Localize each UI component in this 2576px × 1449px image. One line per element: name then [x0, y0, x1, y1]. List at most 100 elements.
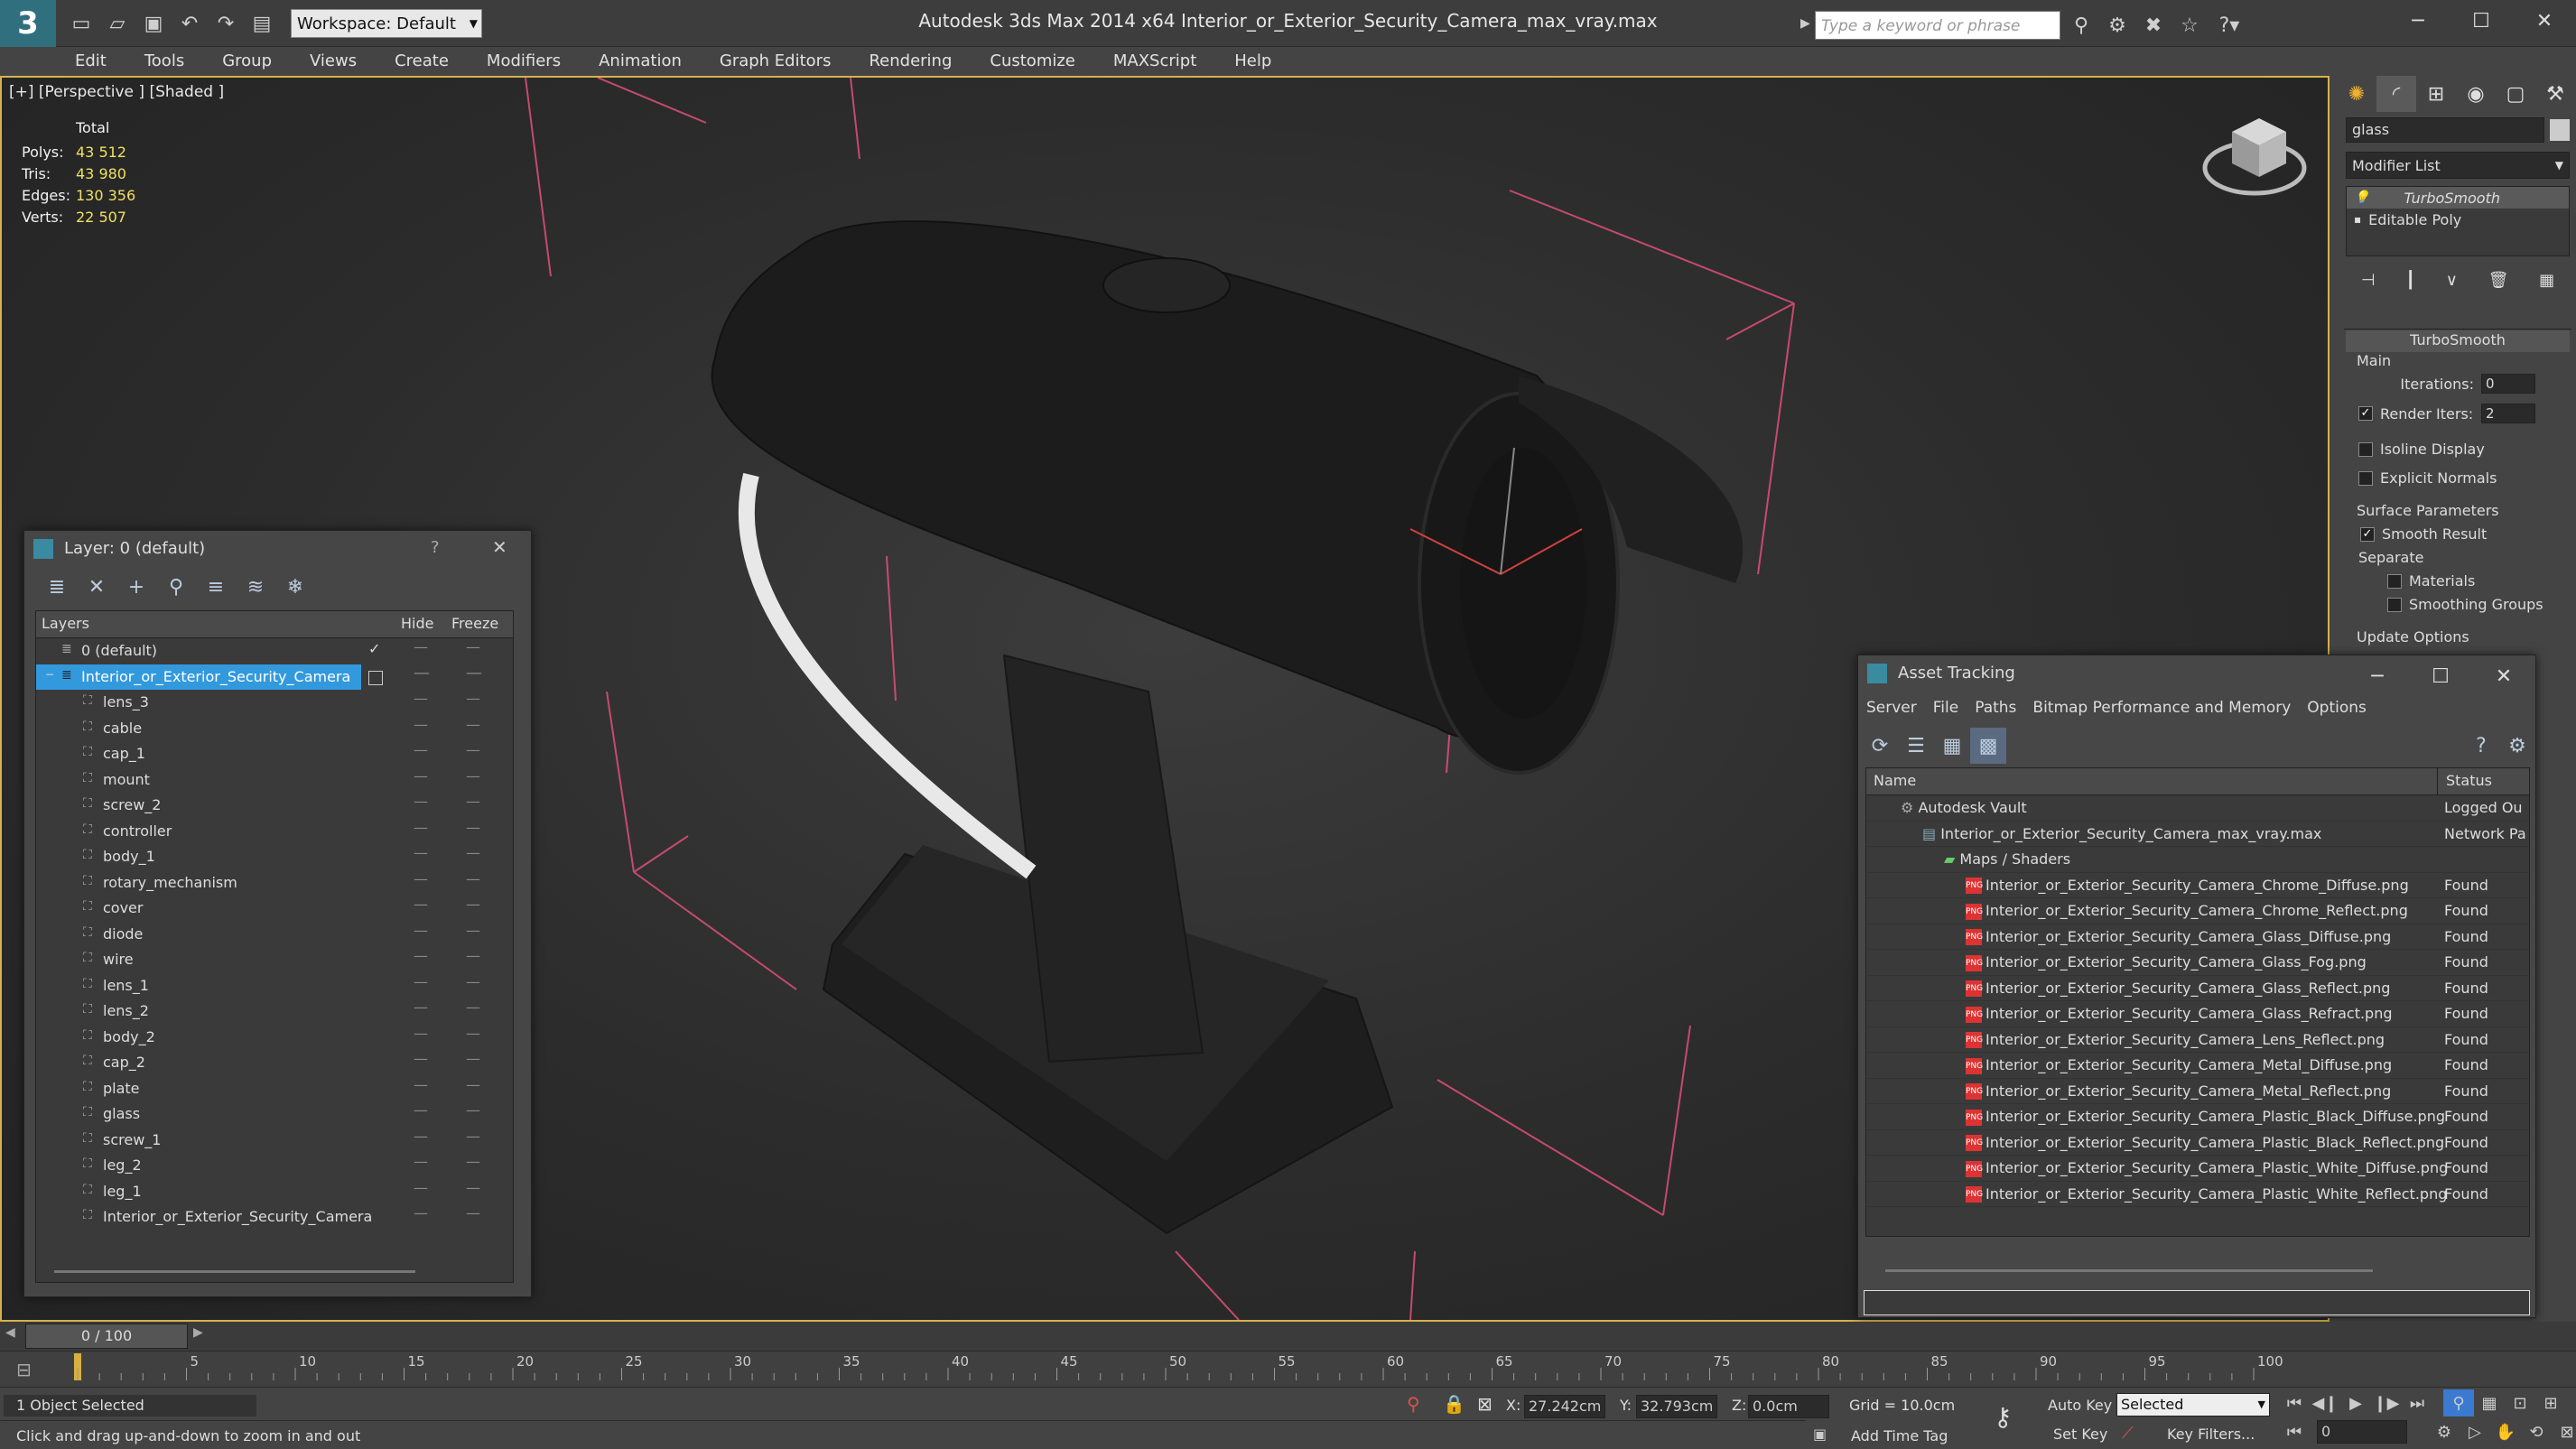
- turbosmooth-rollout-header[interactable]: TurboSmooth: [2346, 330, 2570, 352]
- hide-toggle[interactable]: —: [414, 1128, 428, 1145]
- key-icon[interactable]: ⚷: [1994, 1402, 2013, 1432]
- hide-toggle[interactable]: —: [414, 767, 428, 785]
- hide-toggle[interactable]: —: [414, 922, 428, 939]
- search-input[interactable]: Type a keyword or phrase: [1815, 11, 2060, 40]
- render-iters-spinner[interactable]: 2: [2481, 404, 2535, 423]
- menu-rendering[interactable]: Rendering: [850, 47, 971, 76]
- minimize-icon[interactable]: ─: [2386, 0, 2450, 42]
- subscription-icon[interactable]: ⚙: [2099, 7, 2135, 43]
- key-mode-toggle-icon[interactable]: ⏮: [2279, 1418, 2310, 1445]
- hide-toggle[interactable]: —: [414, 1076, 428, 1093]
- layer-object-row[interactable]: ⛶ screw_2 — —: [36, 793, 513, 819]
- time-slider[interactable]: ◀ 0 / 100 ▶: [0, 1322, 2576, 1351]
- menu-server[interactable]: Server: [1858, 692, 1925, 724]
- menu-group[interactable]: Group: [203, 47, 291, 76]
- freeze-toggle[interactable]: —: [466, 999, 480, 1016]
- col-freeze[interactable]: Freeze: [451, 615, 498, 632]
- menu-customize[interactable]: Customize: [971, 47, 1093, 76]
- close-icon[interactable]: ✕: [492, 536, 507, 558]
- layer-object-row[interactable]: ⛶ Interior_or_Exterior_Security_Camera — —: [36, 1204, 513, 1231]
- menu-help[interactable]: Help: [1215, 47, 1290, 76]
- asset-row-map[interactable]: PNG Interior_or_Exterior_Security_Camera_…: [1866, 898, 2529, 924]
- freeze-toggle[interactable]: —: [466, 1025, 480, 1042]
- add-time-tag-button[interactable]: Add Time Tag: [1851, 1427, 1948, 1444]
- auto-key-button[interactable]: Auto Key: [2048, 1397, 2112, 1414]
- layer-object-row[interactable]: ⛶ glass — —: [36, 1101, 513, 1128]
- layer-object-row[interactable]: ⛶ lens_3 — —: [36, 690, 513, 716]
- asset-row-map[interactable]: PNG Interior_or_Exterior_Security_Camera_…: [1866, 1079, 2529, 1104]
- time-slider-thumb[interactable]: 0 / 100: [25, 1324, 188, 1349]
- hide-toggle[interactable]: —: [414, 896, 428, 913]
- x-coordinate-field[interactable]: 27.242cm: [1524, 1395, 1605, 1418]
- menu-animation[interactable]: Animation: [580, 47, 701, 76]
- freeze-toggle[interactable]: —: [466, 896, 480, 913]
- zoom-icon[interactable]: ⚲: [2443, 1389, 2474, 1416]
- hide-toggle[interactable]: —: [414, 1050, 428, 1067]
- next-frame-icon[interactable]: ❙▶: [2371, 1389, 2402, 1416]
- go-to-end-icon[interactable]: ⏭: [2402, 1389, 2432, 1416]
- zoom-extents-all-icon[interactable]: ⊞: [2535, 1389, 2566, 1416]
- hide-toggle[interactable]: —: [414, 690, 428, 707]
- freeze-toggle[interactable]: —: [466, 844, 480, 861]
- add-to-layer-icon[interactable]: +: [116, 569, 156, 605]
- y-coordinate-field[interactable]: 32.793cm: [1636, 1395, 1717, 1418]
- horizontal-scrollbar[interactable]: [54, 1270, 415, 1273]
- iterations-spinner[interactable]: 0: [2481, 374, 2535, 394]
- refresh-icon[interactable]: ⟳: [1862, 728, 1898, 764]
- freeze-toggle[interactable]: —: [466, 1128, 480, 1145]
- freeze-toggle[interactable]: —: [466, 716, 480, 733]
- render-iters-checkbox[interactable]: ✓: [2358, 406, 2373, 421]
- asset-row-map[interactable]: PNG Interior_or_Exterior_Security_Camera_…: [1866, 1156, 2529, 1182]
- prev-frame-icon[interactable]: ◀: [5, 1325, 15, 1340]
- modifier-list-dropdown[interactable]: Modifier List ▼: [2346, 152, 2570, 179]
- menu-views[interactable]: Views: [291, 47, 376, 76]
- make-unique-icon[interactable]: ∨: [2446, 271, 2458, 290]
- redo-icon[interactable]: ↷: [208, 5, 244, 42]
- freeze-toggle[interactable]: —: [466, 1179, 480, 1196]
- app-logo[interactable]: 3: [0, 0, 56, 47]
- undo-icon[interactable]: ↶: [172, 5, 208, 42]
- play-icon[interactable]: ▶: [2340, 1389, 2371, 1416]
- close-icon[interactable]: ✕: [2472, 655, 2535, 697]
- selection-set-dropdown[interactable]: Selected ▼: [2116, 1393, 2270, 1416]
- time-config-icon[interactable]: ⚙: [2429, 1418, 2460, 1445]
- menu-options[interactable]: Options: [2299, 692, 2375, 724]
- materials-checkbox[interactable]: [2387, 573, 2402, 589]
- asset-row-map[interactable]: PNG Interior_or_Exterior_Security_Camera_…: [1866, 873, 2529, 898]
- freeze-toggle[interactable]: —: [466, 793, 480, 810]
- asset-row-map[interactable]: PNG Interior_or_Exterior_Security_Camera_…: [1866, 1027, 2529, 1053]
- freeze-toggle[interactable]: —: [466, 1076, 480, 1093]
- asset-path-field[interactable]: [1864, 1290, 2530, 1315]
- hide-toggle[interactable]: —: [414, 844, 428, 861]
- hide-toggle[interactable]: —: [414, 819, 428, 836]
- hierarchy-tab-icon[interactable]: ⊞: [2416, 76, 2456, 112]
- freeze-toggle[interactable]: —: [466, 690, 480, 707]
- horizontal-scrollbar[interactable]: [1885, 1269, 2373, 1272]
- zoom-extents-icon[interactable]: ⊡: [2505, 1389, 2535, 1416]
- asset-row-max-file[interactable]: ▤ Interior_or_Exterior_Security_Camera_m…: [1866, 822, 2529, 847]
- asset-row-map[interactable]: PNG Interior_or_Exterior_Security_Camera_…: [1866, 1130, 2529, 1156]
- stack-item-editable-poly[interactable]: ▪ Editable Poly: [2347, 209, 2569, 230]
- display-tab-icon[interactable]: ▢: [2496, 76, 2535, 112]
- asset-row-map[interactable]: PNG Interior_or_Exterior_Security_Camera_…: [1866, 950, 2529, 976]
- create-layer-icon[interactable]: ≣: [37, 569, 77, 605]
- maximize-icon[interactable]: ☐: [2409, 655, 2472, 697]
- menu-bitmap-performance[interactable]: Bitmap Performance and Memory: [2024, 692, 2299, 724]
- lightbulb-icon[interactable]: 💡: [2347, 190, 2376, 205]
- freeze-toggle[interactable]: —: [466, 664, 482, 683]
- track-bar[interactable]: ⊟ 5 10 15 20 25 30 35 40 45 50 55 60 65 70 75 80 85 90 95 1…: [0, 1351, 2576, 1387]
- asset-row-map[interactable]: PNG Interior_or_Exterior_Security_Camera_…: [1866, 1053, 2529, 1079]
- layer-object-row[interactable]: ⛶ cap_2 — —: [36, 1050, 513, 1076]
- col-hide[interactable]: Hide: [401, 615, 433, 632]
- thumbnail-view-icon[interactable]: ▦: [1934, 728, 1970, 764]
- hide-toggle[interactable]: —: [414, 1025, 428, 1042]
- freeze-all-layers-icon[interactable]: ❄: [275, 569, 315, 605]
- create-tab-icon[interactable]: ✺: [2337, 76, 2376, 112]
- hide-toggle[interactable]: —: [414, 999, 428, 1016]
- settings-icon[interactable]: ⚙: [2499, 728, 2535, 764]
- set-active-layer-box[interactable]: [368, 671, 383, 685]
- current-frame-field[interactable]: 0: [2317, 1420, 2407, 1444]
- hide-toggle[interactable]: —: [414, 1101, 428, 1119]
- layer-object-row[interactable]: ⛶ rotary_mechanism — —: [36, 870, 513, 896]
- freeze-toggle[interactable]: —: [466, 870, 480, 887]
